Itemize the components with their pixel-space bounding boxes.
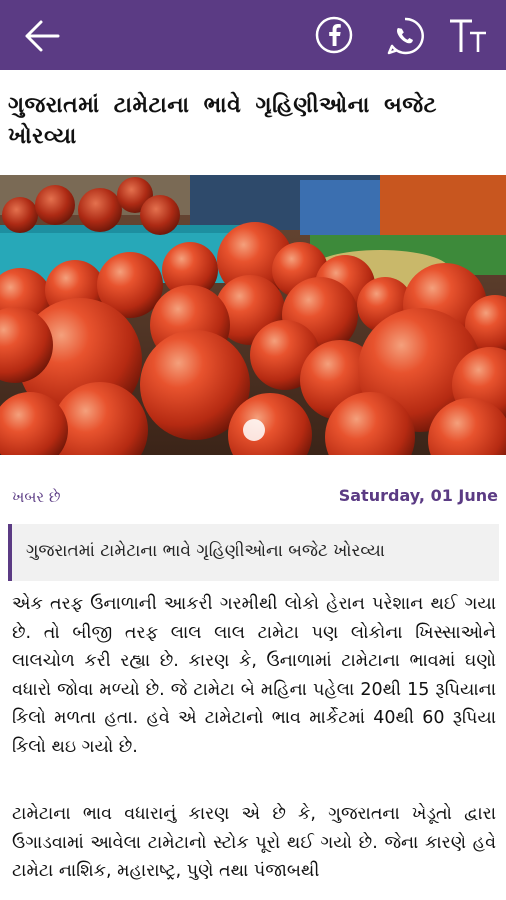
tomatoes-photo (0, 175, 506, 455)
font-size-icon (450, 19, 486, 52)
back-arrow-icon (25, 20, 60, 52)
whatsapp-share-button[interactable] (384, 15, 426, 57)
whatsapp-icon (387, 17, 424, 55)
article-meta: ખબર છે Saturday, 01 June (0, 486, 506, 510)
carousel-indicator-dot[interactable] (243, 419, 265, 441)
article-date: Saturday, 01 June (338, 486, 498, 505)
font-size-button[interactable] (446, 16, 492, 56)
facebook-share-button[interactable] (314, 15, 354, 55)
article-paragraph: ટામેટાના ભાવ વધારાનું કારણ એ છે કે, ગુજર… (12, 804, 496, 881)
facebook-icon (315, 16, 353, 54)
article-summary: ગુજરાતમાં ટામેટાના ભાવે ગૃહિણીઓના બજેટ ખ… (8, 524, 499, 581)
app-bar (0, 0, 506, 70)
article-headline: ગુજરાતમાં ટામેટાના ભાવે ગૃહિણીઓના બજેટ ખ… (8, 93, 437, 149)
article-hero-image (0, 175, 506, 455)
article-paragraph: એક તરફ ઉનાળાની આકરી ગરમીથી લોકો હેરાન પર… (12, 594, 496, 757)
article-category[interactable]: ખબર છે (12, 488, 61, 506)
back-button[interactable] (22, 18, 62, 54)
